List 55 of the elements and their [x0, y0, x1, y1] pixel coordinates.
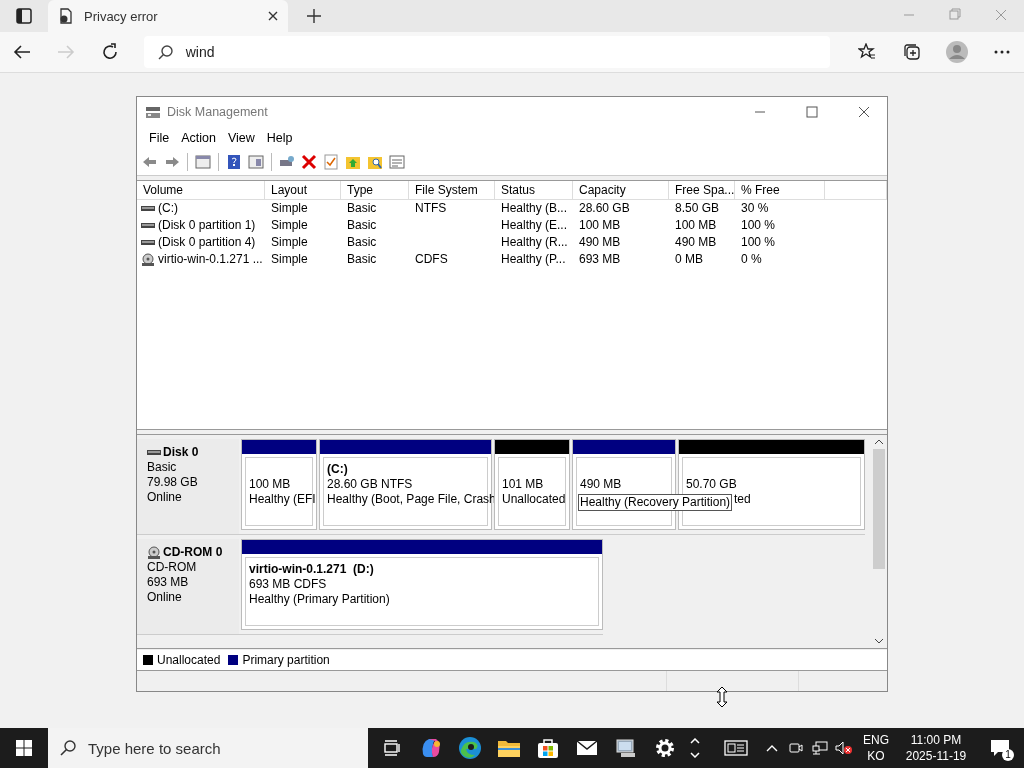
legend-label: Unallocated	[157, 653, 221, 667]
disk-state: Online	[147, 490, 183, 505]
partition-status: Healthy (EFI	[249, 492, 316, 506]
partition-size: 100 MB	[249, 477, 292, 492]
notification-badge: 1	[1002, 749, 1014, 761]
disk-size: 79.98 GB	[147, 475, 199, 490]
legend-label: Primary partition	[242, 653, 330, 667]
table-cell: Simple	[271, 201, 308, 215]
table-cell: 693 MB	[579, 252, 621, 266]
table-cell: Healthy (B...	[501, 201, 568, 215]
table-cell: Simple	[271, 218, 308, 232]
tooltip: Healthy (Recovery Partition)	[578, 494, 733, 511]
table-cell: Simple	[271, 235, 308, 249]
partition-size: 50.70 GB	[686, 477, 738, 492]
window-title: Disk Management	[167, 105, 269, 119]
table-cell: 28.60 GB	[579, 201, 630, 215]
partition-size: 101 MB	[502, 477, 545, 492]
table-cell: 490 MB	[675, 235, 717, 249]
partition-status: Unallocated	[502, 492, 566, 506]
table-cell: 100 MB	[675, 218, 717, 232]
disk-name: CD-ROM 0	[163, 545, 223, 560]
disk-size: 693 MB	[147, 575, 190, 590]
table-cell: 100 %	[741, 235, 776, 249]
partition-title: (C:)	[327, 462, 349, 477]
table-cell: 100 %	[741, 218, 776, 232]
table-cell: Simple	[271, 252, 308, 266]
disk-type: Basic	[147, 460, 178, 475]
table-cell: (Disk 0 partition 1)	[158, 217, 256, 234]
table-cell: 0 %	[741, 252, 762, 266]
table-cell: NTFS	[415, 201, 447, 215]
table-cell: 0 MB	[675, 252, 703, 266]
table-cell: 8.50 GB	[675, 201, 720, 215]
table-cell: 100 MB	[579, 218, 621, 232]
table-cell: CDFS	[415, 252, 448, 266]
table-cell: virtio-win-0.1.271 ...	[158, 251, 263, 268]
partition-status: Healthy (Primary Partition)	[249, 592, 390, 606]
disk-state: Online	[147, 590, 183, 605]
partition-title: virtio-win-0.1.271 (D:)	[249, 562, 375, 577]
table-cell: Basic	[347, 252, 377, 266]
table-cell: Healthy (P...	[501, 252, 566, 266]
partition-size: 693 MB CDFS	[249, 577, 328, 592]
table-cell: Basic	[347, 218, 377, 232]
table-cell: (Disk 0 partition 4)	[158, 234, 256, 251]
disk-name: Disk 0	[163, 445, 199, 460]
partition-status: ted	[734, 492, 751, 506]
disk-type: CD-ROM	[147, 560, 198, 575]
table-cell: (C:)	[158, 200, 178, 217]
table-cell: Basic	[347, 201, 377, 215]
partition-size: 490 MB	[580, 477, 623, 492]
table-cell: 490 MB	[579, 235, 621, 249]
table-cell: Basic	[347, 235, 377, 249]
table-cell: Healthy (R...	[501, 235, 568, 249]
table-cell: 30 %	[741, 201, 769, 215]
table-cell: Healthy (E...	[501, 218, 568, 232]
partition-size: 28.60 GB NTFS	[327, 477, 414, 492]
